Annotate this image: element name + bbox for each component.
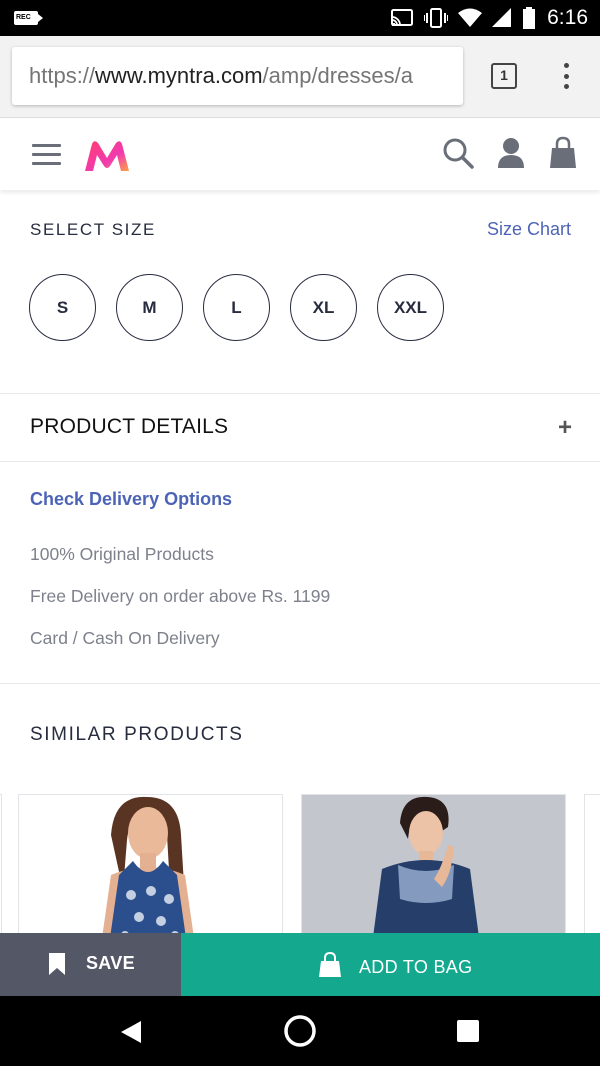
size-option-s[interactable]: S [29, 274, 96, 341]
status-bar: REC 6:16 [0, 0, 600, 36]
browser-menu-icon[interactable] [560, 63, 572, 89]
size-option-xl[interactable]: XL [290, 274, 357, 341]
profile-icon[interactable] [496, 136, 526, 170]
product-card[interactable] [18, 794, 283, 934]
bag-icon[interactable] [548, 136, 578, 170]
product-card-partial[interactable] [584, 794, 600, 934]
product-card-partial[interactable] [0, 794, 2, 934]
check-delivery-link[interactable]: Check Delivery Options [30, 489, 232, 510]
feature-cod: Card / Cash On Delivery [30, 628, 220, 648]
save-button[interactable]: SAVE [0, 933, 181, 996]
system-nav-bar [0, 996, 600, 1066]
vibrate-icon [424, 8, 448, 28]
add-to-bag-button[interactable]: ADD TO BAG [181, 933, 600, 996]
tab-switcher-button[interactable]: 1 [491, 63, 517, 89]
myntra-logo[interactable] [83, 138, 131, 174]
divider [0, 461, 600, 462]
status-icons [390, 7, 536, 29]
bookmark-icon [49, 953, 65, 975]
divider [0, 683, 600, 684]
size-options: S M L XL XXL [29, 274, 444, 341]
url-path: /amp/dresses/a [262, 63, 413, 88]
battery-icon [523, 7, 535, 29]
wifi-icon [458, 8, 482, 27]
url-bar[interactable]: https://www.myntra.com/amp/dresses/a [12, 47, 463, 105]
add-to-bag-label: ADD TO BAG [359, 957, 473, 977]
rec-label: REC [16, 14, 31, 21]
similar-products-heading: SIMILAR PRODUCTS [30, 724, 244, 745]
hamburger-menu-icon[interactable] [32, 144, 61, 165]
product-image [302, 795, 565, 934]
cast-icon [391, 9, 413, 26]
url-host: www.myntra.com [95, 63, 263, 88]
signal-icon [492, 8, 511, 27]
url-scheme: https:// [29, 63, 96, 88]
screen-record-icon: REC [14, 11, 43, 25]
size-option-xxl[interactable]: XXL [377, 274, 444, 341]
similar-products-carousel[interactable] [0, 794, 600, 934]
size-chart-link[interactable]: Size Chart [487, 219, 571, 240]
feature-original-products: 100% Original Products [30, 544, 214, 564]
search-icon[interactable] [441, 136, 475, 170]
product-details-title[interactable]: PRODUCT DETAILS [30, 415, 228, 439]
product-image [19, 795, 282, 934]
recents-icon[interactable] [457, 1020, 479, 1042]
bag-icon [319, 951, 341, 977]
size-option-l[interactable]: L [203, 274, 270, 341]
divider [0, 393, 600, 394]
clock: 6:16 [547, 6, 588, 29]
back-icon[interactable] [118, 1019, 144, 1045]
home-icon[interactable] [283, 1014, 317, 1048]
feature-free-delivery: Free Delivery on order above Rs. 1199 [30, 586, 331, 606]
browser-toolbar: https://www.myntra.com/amp/dresses/a 1 [0, 36, 600, 118]
save-label: SAVE [86, 953, 135, 973]
select-size-heading: SELECT SIZE [30, 220, 156, 239]
size-option-m[interactable]: M [116, 274, 183, 341]
product-card[interactable] [301, 794, 566, 934]
expand-icon[interactable]: + [558, 414, 572, 442]
site-header [0, 119, 600, 190]
